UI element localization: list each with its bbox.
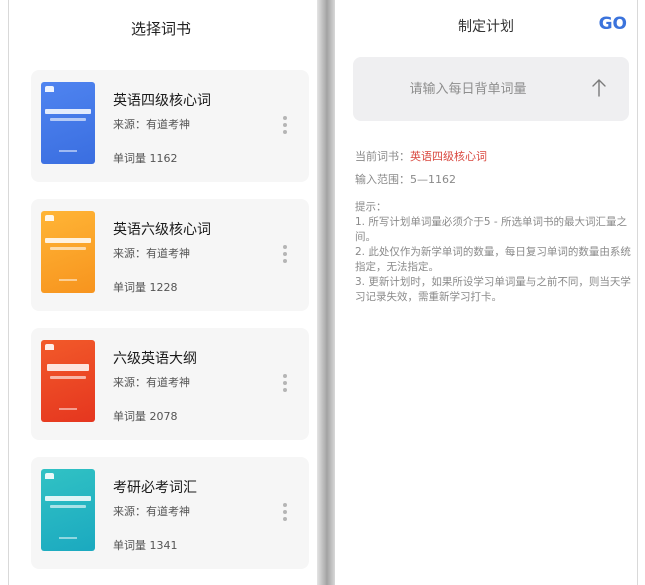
current-book-value: 英语四级核心词 bbox=[410, 150, 487, 163]
range-value: 5—1162 bbox=[410, 173, 456, 186]
book-select-screen: 选择词书 英语四级核心词 来源：有道考神 单词量 1162 英语六级核心词 来源… bbox=[8, 0, 313, 585]
current-book-row: 当前词书：英语四级核心词 bbox=[355, 148, 487, 164]
range-label: 输入范围： bbox=[355, 173, 410, 186]
book-word-count: 单词量 1228 bbox=[113, 281, 178, 294]
plan-screen: 制定计划 GO 当前词书：英语四级核心词 输入范围：5—1162 提示： 1. … bbox=[335, 0, 638, 585]
tips-section: 提示： 1. 所写计划单词量必须介于5 - 所选单词书的最大词汇量之间。 2. … bbox=[355, 200, 631, 305]
tip-item: 1. 所写计划单词量必须介于5 - 所选单词书的最大词汇量之间。 bbox=[355, 216, 627, 243]
tips-title: 提示： bbox=[355, 201, 387, 213]
book-name: 六级英语大纲 bbox=[113, 351, 197, 367]
book-word-count: 单词量 2078 bbox=[113, 410, 178, 423]
more-vertical-icon[interactable] bbox=[283, 374, 287, 392]
current-book-label: 当前词书： bbox=[355, 150, 410, 163]
book-cover bbox=[41, 82, 95, 164]
book-cover bbox=[41, 211, 95, 293]
book-card-cet6-outline[interactable]: 六级英语大纲 来源：有道考神 单词量 2078 bbox=[31, 328, 309, 440]
page-title: 制定计划 bbox=[458, 19, 514, 35]
book-name: 考研必考词汇 bbox=[113, 480, 197, 496]
go-button[interactable]: GO bbox=[599, 14, 627, 34]
book-cover bbox=[41, 469, 95, 551]
more-vertical-icon[interactable] bbox=[283, 503, 287, 521]
range-row: 输入范围：5—1162 bbox=[355, 171, 456, 187]
book-word-count: 单词量 1341 bbox=[113, 539, 178, 552]
logo-icon bbox=[45, 215, 54, 221]
daily-words-input[interactable] bbox=[353, 57, 583, 121]
book-name: 英语六级核心词 bbox=[113, 222, 211, 238]
book-card-kaoyan[interactable]: 考研必考词汇 来源：有道考神 单词量 1341 bbox=[31, 457, 309, 569]
book-source: 来源：有道考神 bbox=[113, 505, 190, 518]
book-name: 英语四级核心词 bbox=[113, 93, 211, 109]
logo-icon bbox=[45, 86, 54, 92]
tip-item: 3. 更新计划时，如果所设学习单词量与之前不同，则当天学习记录失效，需重新学习打… bbox=[355, 276, 631, 303]
book-word-count: 单词量 1162 bbox=[113, 152, 178, 165]
book-source: 来源：有道考神 bbox=[113, 376, 190, 389]
tip-item: 2. 此处仅作为新学单词的数量，每日复习单词的数量由系统指定，无法指定。 bbox=[355, 246, 631, 273]
book-source: 来源：有道考神 bbox=[113, 118, 190, 131]
book-cover bbox=[41, 340, 95, 422]
logo-icon bbox=[45, 344, 54, 350]
book-card-cet6[interactable]: 英语六级核心词 来源：有道考神 单词量 1228 bbox=[31, 199, 309, 311]
daily-words-input-box bbox=[353, 57, 629, 121]
page-title: 选择词书 bbox=[130, 20, 191, 38]
more-vertical-icon[interactable] bbox=[283, 116, 287, 134]
logo-icon bbox=[45, 473, 54, 479]
more-vertical-icon[interactable] bbox=[283, 245, 287, 263]
arrow-up-icon[interactable] bbox=[591, 77, 607, 99]
book-source: 来源：有道考神 bbox=[113, 247, 190, 260]
screen-divider bbox=[317, 0, 335, 585]
book-card-cet4[interactable]: 英语四级核心词 来源：有道考神 单词量 1162 bbox=[31, 70, 309, 182]
